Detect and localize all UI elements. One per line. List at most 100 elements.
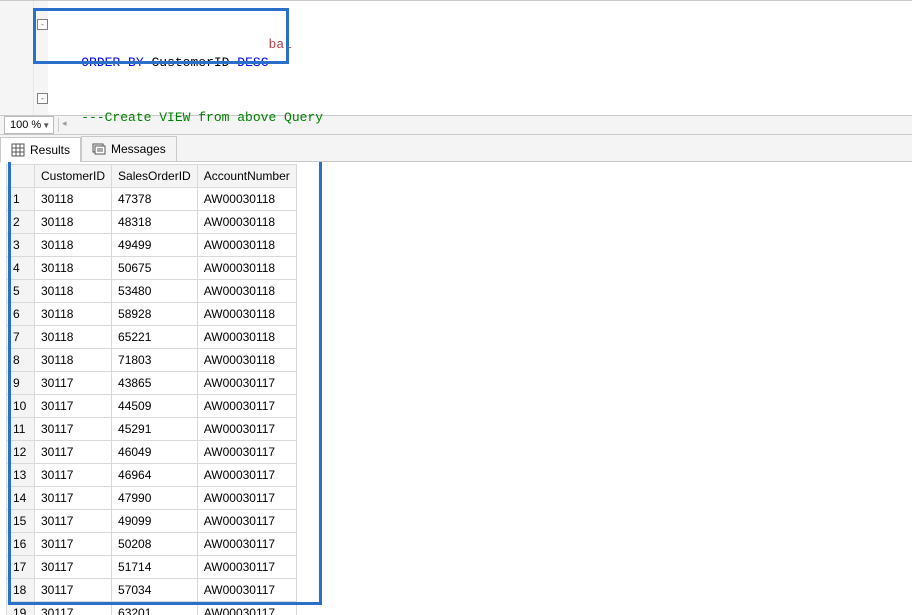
- cell-customerid[interactable]: 30118: [35, 234, 112, 257]
- cell-salesorderid[interactable]: 47378: [112, 188, 198, 211]
- cell-accountnumber[interactable]: AW00030118: [197, 211, 296, 234]
- cell-salesorderid[interactable]: 45291: [112, 418, 198, 441]
- cell-salesorderid[interactable]: 46964: [112, 464, 198, 487]
- table-row[interactable]: 3 30118 49499 AW00030118: [7, 234, 297, 257]
- cell-customerid[interactable]: 30118: [35, 326, 112, 349]
- cell-customerid[interactable]: 30118: [35, 188, 112, 211]
- cell-salesorderid[interactable]: 57034: [112, 579, 198, 602]
- cell-customerid[interactable]: 30117: [35, 464, 112, 487]
- zoom-dropdown[interactable]: 100 % ▼: [4, 116, 54, 134]
- cell-accountnumber[interactable]: AW00030117: [197, 579, 296, 602]
- column-header-salesorderid[interactable]: SalesOrderID: [112, 165, 198, 188]
- row-number[interactable]: 2: [7, 211, 35, 234]
- table-row[interactable]: 8 30118 71803 AW00030118: [7, 349, 297, 372]
- row-number[interactable]: 10: [7, 395, 35, 418]
- cell-accountnumber[interactable]: AW00030118: [197, 303, 296, 326]
- cell-customerid[interactable]: 30118: [35, 211, 112, 234]
- row-number[interactable]: 5: [7, 280, 35, 303]
- table-row[interactable]: 16 30117 50208 AW00030117: [7, 533, 297, 556]
- cell-customerid[interactable]: 30117: [35, 441, 112, 464]
- tab-results[interactable]: Results: [0, 137, 81, 162]
- table-row[interactable]: 9 30117 43865 AW00030117: [7, 372, 297, 395]
- cell-accountnumber[interactable]: AW00030118: [197, 280, 296, 303]
- row-number[interactable]: 7: [7, 326, 35, 349]
- fold-toggle-icon[interactable]: -: [37, 93, 48, 104]
- cell-customerid[interactable]: 30118: [35, 349, 112, 372]
- cell-accountnumber[interactable]: AW00030117: [197, 533, 296, 556]
- cell-customerid[interactable]: 30117: [35, 556, 112, 579]
- table-row[interactable]: 12 30117 46049 AW00030117: [7, 441, 297, 464]
- cell-accountnumber[interactable]: AW00030118: [197, 188, 296, 211]
- cell-salesorderid[interactable]: 47990: [112, 487, 198, 510]
- cell-customerid[interactable]: 30117: [35, 372, 112, 395]
- table-row[interactable]: 15 30117 49099 AW00030117: [7, 510, 297, 533]
- row-number[interactable]: 14: [7, 487, 35, 510]
- table-row[interactable]: 18 30117 57034 AW00030117: [7, 579, 297, 602]
- fold-toggle-icon[interactable]: -: [37, 19, 48, 30]
- cell-accountnumber[interactable]: AW00030117: [197, 441, 296, 464]
- row-header-corner[interactable]: [7, 165, 35, 188]
- row-number[interactable]: 12: [7, 441, 35, 464]
- sql-editor[interactable]: - - SELECT * FROM ##test_global ORDER BY…: [0, 0, 912, 116]
- cell-accountnumber[interactable]: AW00030118: [197, 257, 296, 280]
- row-number[interactable]: 16: [7, 533, 35, 556]
- cell-accountnumber[interactable]: AW00030117: [197, 418, 296, 441]
- cell-salesorderid[interactable]: 51714: [112, 556, 198, 579]
- table-row[interactable]: 19 30117 63201 AW00030117: [7, 602, 297, 615]
- cell-salesorderid[interactable]: 71803: [112, 349, 198, 372]
- table-row[interactable]: 5 30118 53480 AW00030118: [7, 280, 297, 303]
- cell-salesorderid[interactable]: 49499: [112, 234, 198, 257]
- column-header-accountnumber[interactable]: AccountNumber: [197, 165, 296, 188]
- row-number[interactable]: 15: [7, 510, 35, 533]
- cell-customerid[interactable]: 30118: [35, 280, 112, 303]
- row-number[interactable]: 8: [7, 349, 35, 372]
- cell-accountnumber[interactable]: AW00030117: [197, 395, 296, 418]
- table-row[interactable]: 2 30118 48318 AW00030118: [7, 211, 297, 234]
- results-grid[interactable]: CustomerID SalesOrderID AccountNumber 1 …: [6, 164, 297, 615]
- cell-salesorderid[interactable]: 50208: [112, 533, 198, 556]
- table-row[interactable]: 6 30118 58928 AW00030118: [7, 303, 297, 326]
- table-row[interactable]: 14 30117 47990 AW00030117: [7, 487, 297, 510]
- cell-accountnumber[interactable]: AW00030118: [197, 326, 296, 349]
- row-number[interactable]: 4: [7, 257, 35, 280]
- row-number[interactable]: 9: [7, 372, 35, 395]
- row-number[interactable]: 6: [7, 303, 35, 326]
- row-number[interactable]: 1: [7, 188, 35, 211]
- column-header-customerid[interactable]: CustomerID: [35, 165, 112, 188]
- cell-accountnumber[interactable]: AW00030117: [197, 372, 296, 395]
- cell-accountnumber[interactable]: AW00030117: [197, 602, 296, 615]
- cell-customerid[interactable]: 30117: [35, 602, 112, 615]
- cell-salesorderid[interactable]: 63201: [112, 602, 198, 615]
- cell-salesorderid[interactable]: 49099: [112, 510, 198, 533]
- cell-customerid[interactable]: 30118: [35, 303, 112, 326]
- cell-customerid[interactable]: 30117: [35, 395, 112, 418]
- cell-customerid[interactable]: 30117: [35, 579, 112, 602]
- row-number[interactable]: 18: [7, 579, 35, 602]
- cell-salesorderid[interactable]: 48318: [112, 211, 198, 234]
- table-row[interactable]: 4 30118 50675 AW00030118: [7, 257, 297, 280]
- cell-customerid[interactable]: 30117: [35, 510, 112, 533]
- table-row[interactable]: 1 30118 47378 AW00030118: [7, 188, 297, 211]
- cell-customerid[interactable]: 30117: [35, 418, 112, 441]
- sql-line-2[interactable]: ORDER BY CustomerID DESC: [50, 36, 269, 90]
- cell-accountnumber[interactable]: AW00030117: [197, 464, 296, 487]
- table-row[interactable]: 11 30117 45291 AW00030117: [7, 418, 297, 441]
- cell-salesorderid[interactable]: 53480: [112, 280, 198, 303]
- cell-accountnumber[interactable]: AW00030117: [197, 510, 296, 533]
- cell-salesorderid[interactable]: 50675: [112, 257, 198, 280]
- cell-customerid[interactable]: 30117: [35, 533, 112, 556]
- cell-salesorderid[interactable]: 44509: [112, 395, 198, 418]
- cell-accountnumber[interactable]: AW00030118: [197, 349, 296, 372]
- cell-accountnumber[interactable]: AW00030117: [197, 487, 296, 510]
- row-number[interactable]: 17: [7, 556, 35, 579]
- row-number[interactable]: 19: [7, 602, 35, 615]
- row-number[interactable]: 3: [7, 234, 35, 257]
- table-row[interactable]: 17 30117 51714 AW00030117: [7, 556, 297, 579]
- tab-messages[interactable]: Messages: [81, 136, 177, 161]
- cell-customerid[interactable]: 30118: [35, 257, 112, 280]
- cell-salesorderid[interactable]: 58928: [112, 303, 198, 326]
- cell-accountnumber[interactable]: AW00030117: [197, 556, 296, 579]
- cell-accountnumber[interactable]: AW00030118: [197, 234, 296, 257]
- cell-salesorderid[interactable]: 65221: [112, 326, 198, 349]
- table-row[interactable]: 13 30117 46964 AW00030117: [7, 464, 297, 487]
